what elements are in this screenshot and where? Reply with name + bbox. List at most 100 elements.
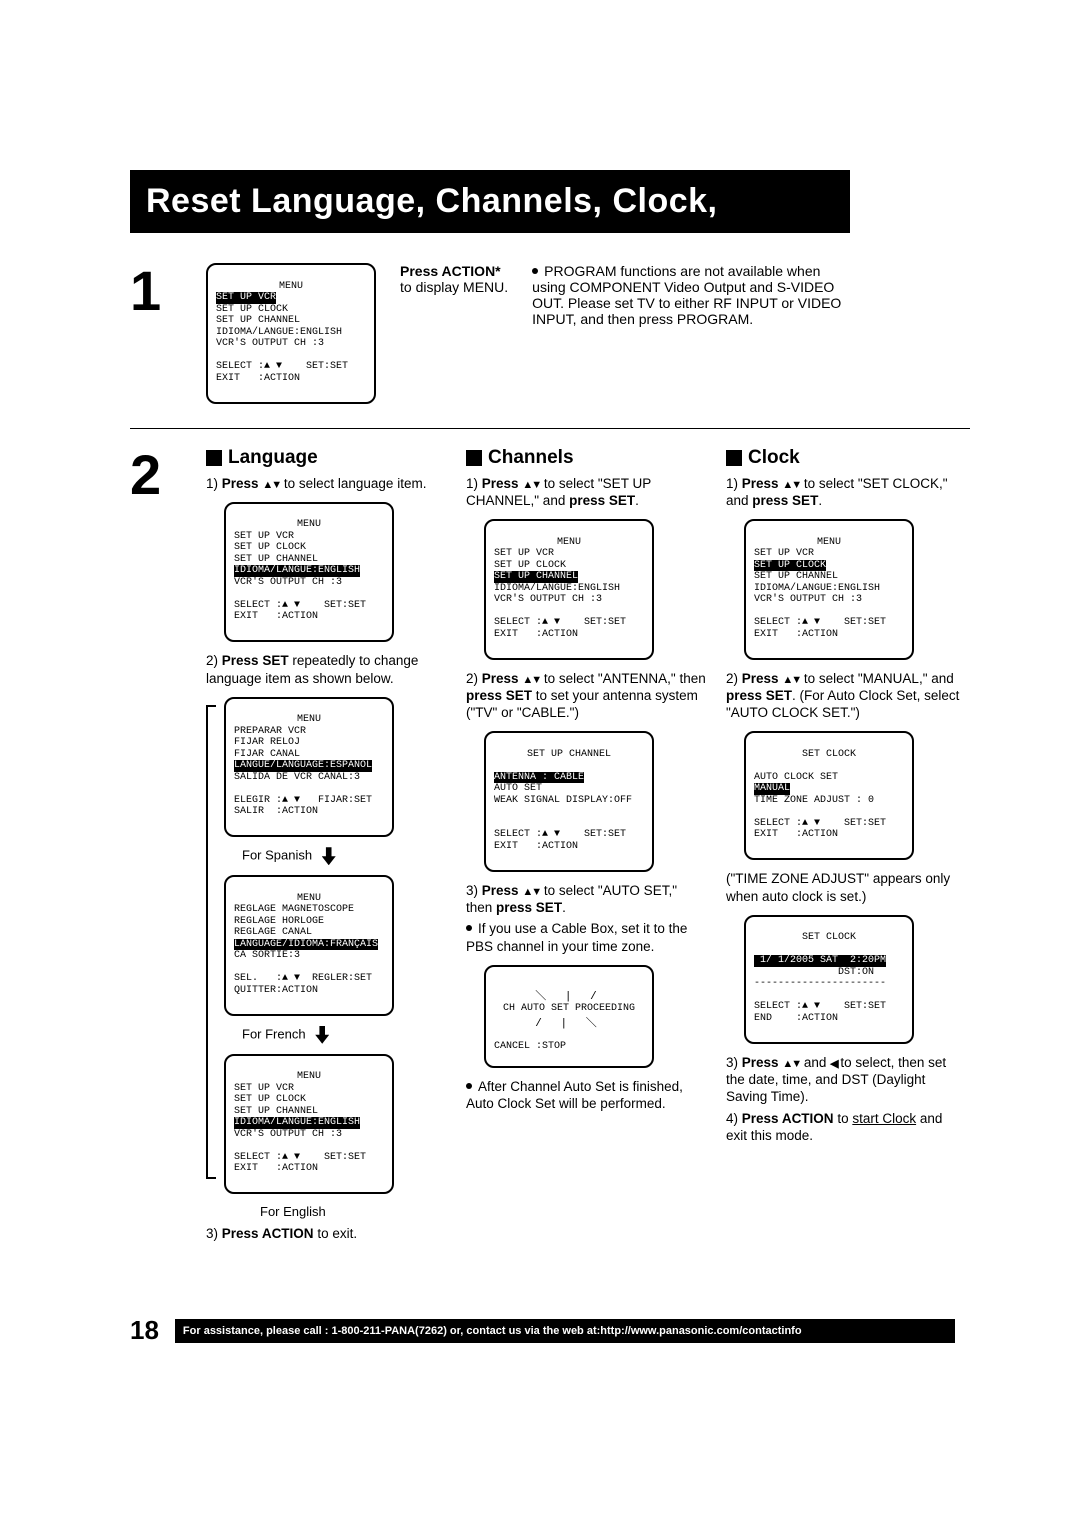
scr-l: VCR'S OUTPUT CH :3 bbox=[754, 594, 862, 605]
ch-s3e: . bbox=[562, 900, 566, 915]
ck-s2b: Press bbox=[742, 671, 783, 686]
scr-l: WEAK SIGNAL DISPLAY:OFF bbox=[494, 795, 632, 806]
scr-title: SET CLOCK bbox=[802, 932, 856, 943]
screen-ch-auto: ＼ | / CH AUTO SET PROCEEDING / | ＼ CANCE… bbox=[484, 965, 654, 1068]
scr-l: VCR'S OUTPUT CH :3 bbox=[234, 1129, 342, 1140]
clock-heading: Clock bbox=[748, 447, 800, 469]
screen-lang-spanish: MENUPREPARAR VCR FIJAR RELOJ FIJAR CANAL… bbox=[224, 697, 394, 838]
scr-f: SELECT :▲ ▼ SET:SET bbox=[494, 829, 626, 840]
page-title: Reset Language, Channels, Clock, bbox=[130, 170, 850, 233]
screen-ch-menu: MENUSET UP VCR SET UP CLOCK SET UP CHANN… bbox=[484, 519, 654, 660]
scr-f: SELECT :▲ ▼ SET:SET bbox=[234, 1152, 366, 1163]
ck-s3b: Press bbox=[742, 1055, 783, 1070]
ck-s1b: Press bbox=[742, 476, 783, 491]
scr-hl: SET UP CHANNEL bbox=[494, 571, 578, 583]
scr-l5: VCR'S OUTPUT CH :3 bbox=[216, 338, 324, 349]
scr-f: EXIT :ACTION bbox=[754, 829, 838, 840]
scr-l: AUTO SET bbox=[494, 783, 542, 794]
step1-note: PROGRAM functions are not available when… bbox=[532, 263, 852, 327]
scr-hl: LANGUAGE/IDIOMA:FRANÇAIS bbox=[234, 939, 378, 951]
scr-l: VCR'S OUTPUT CH :3 bbox=[234, 577, 342, 588]
step1-instruction: Press ACTION* to display MENU. bbox=[400, 263, 508, 295]
page-number: 18 bbox=[130, 1315, 159, 1346]
scr-title: MENU bbox=[297, 519, 321, 530]
ck-s2a: 2) bbox=[726, 671, 738, 686]
step-1: 1 MENUSET UP VCR SET UP CLOCK SET UP CHA… bbox=[130, 263, 970, 404]
footer-bar: For assistance, please call : 1-800-211-… bbox=[175, 1319, 955, 1343]
up-down-icon: ▲▼ bbox=[782, 479, 800, 491]
scr-f: SEL. :▲ ▼ REGLER:SET bbox=[234, 973, 372, 984]
scr-l: SET UP CLOCK bbox=[234, 542, 306, 553]
scr-f: QUITTER:ACTION bbox=[234, 985, 318, 996]
scr-title: SET UP CHANNEL bbox=[527, 749, 611, 760]
scr-l: REGLAGE MAGNETOSCOPE bbox=[234, 904, 354, 915]
screen-ch-setup: SET UP CHANNEL ANTENNA : CABLE AUTO SET … bbox=[484, 731, 654, 872]
cap-spanish: For Spanish bbox=[242, 848, 312, 863]
lang-s3a: 3) bbox=[206, 1226, 218, 1241]
ck-s3a: 3) bbox=[726, 1055, 738, 1070]
tza-note: ("TIME ZONE ADJUST" appears only when au… bbox=[726, 870, 966, 905]
language-column: Language 1) Press ▲▼ to select language … bbox=[206, 447, 446, 1247]
cap-english: For English bbox=[260, 1204, 446, 1219]
scr-l: VCR'S OUTPUT CH :3 bbox=[494, 594, 602, 605]
ch-s3b: Press bbox=[482, 883, 523, 898]
divider bbox=[130, 428, 970, 429]
step1-bold: Press ACTION* bbox=[400, 263, 501, 279]
scr-l: SET UP VCR bbox=[234, 1083, 294, 1094]
square-icon bbox=[206, 450, 222, 466]
scr-f: SELECT :▲ ▼ SET:SET bbox=[234, 600, 366, 611]
lang-bl bbox=[206, 1177, 216, 1179]
scr-title: MENU bbox=[279, 281, 303, 292]
scr-hl: 1/ 1/2005 SAT 2:20PM bbox=[754, 955, 886, 967]
scr-l: TIME ZONE ADJUST : 0 bbox=[754, 795, 874, 806]
bullet-icon bbox=[532, 268, 538, 274]
scr-l: SET UP CHANNEL bbox=[234, 554, 318, 565]
square-icon bbox=[466, 450, 482, 466]
scr-l: SET UP CLOCK bbox=[234, 1094, 306, 1105]
scr-l4: IDIOMA/LANGUE:ENGLISH bbox=[216, 327, 342, 338]
scr-l: AUTO CLOCK SET bbox=[754, 772, 838, 783]
scr-l: SET UP CHANNEL bbox=[234, 1106, 318, 1117]
ck-s4d: start Clock bbox=[852, 1111, 916, 1126]
screen-clock-menu: MENUSET UP VCR SET UP CLOCK SET UP CHANN… bbox=[744, 519, 914, 660]
ck-s3c: and bbox=[800, 1055, 830, 1070]
screen-clock-date: SET CLOCK 1/ 1/2005 SAT 2:20PM DST:ON --… bbox=[744, 915, 914, 1044]
ck-s2d: press SET bbox=[726, 688, 792, 703]
scr-l: CANCEL :STOP bbox=[494, 1041, 566, 1052]
scr-l: REGLAGE CANAL bbox=[234, 927, 312, 938]
scr-hl: LANGUE/LANGUAGE:ESPAÑOL bbox=[234, 760, 372, 772]
step-number-1: 1 bbox=[130, 263, 186, 319]
scr-f2: EXIT :ACTION bbox=[216, 373, 300, 384]
step1-rest: to display MENU. bbox=[400, 279, 508, 295]
up-down-icon: ▲▼ bbox=[522, 886, 540, 898]
scr-title: SET CLOCK bbox=[802, 749, 856, 760]
scan-dashes-icon: / | ＼ bbox=[494, 1014, 644, 1030]
scr-f: EXIT :ACTION bbox=[234, 611, 318, 622]
scan-dashes-icon: ＼ | / bbox=[494, 987, 644, 1003]
ch-s3d: press SET bbox=[496, 900, 562, 915]
scr-l3: SET UP CHANNEL bbox=[216, 315, 300, 326]
screen-menu-step1: MENUSET UP VCR SET UP CLOCK SET UP CHANN… bbox=[206, 263, 376, 404]
ch-s2a: 2) bbox=[466, 671, 478, 686]
scr-l: FIJAR RELOJ bbox=[234, 737, 300, 748]
cap-french: For French bbox=[242, 1026, 306, 1041]
scr-l: PREPARAR VCR bbox=[234, 726, 306, 737]
ck-s1d: press SET bbox=[752, 493, 818, 508]
lang-s2b: Press SET bbox=[222, 653, 289, 668]
square-icon bbox=[726, 450, 742, 466]
scr-hl: IDIOMA/LANGUE:ENGLISH bbox=[234, 1117, 360, 1129]
up-down-icon: ▲▼ bbox=[262, 479, 280, 491]
scr-f: EXIT :ACTION bbox=[494, 629, 578, 640]
lang-s1c: to select language item. bbox=[280, 476, 426, 491]
scr-l: SET UP VCR bbox=[234, 531, 294, 542]
scr-l: REGLAGE HORLOGE bbox=[234, 916, 324, 927]
scr-l: IDIOMA/LANGUE:ENGLISH bbox=[494, 583, 620, 594]
ch-s2c: to select "ANTENNA," then bbox=[540, 671, 706, 686]
clock-column: Clock 1) Press ▲▼ to select "SET CLOCK,"… bbox=[726, 447, 966, 1149]
scr-f: ELEGIR :▲ ▼ FIJAR:SET bbox=[234, 795, 372, 806]
scr-f: EXIT :ACTION bbox=[754, 629, 838, 640]
scr-f: EXIT :ACTION bbox=[494, 841, 578, 852]
scr-title: MENU bbox=[297, 893, 321, 904]
lang-s2a: 2) bbox=[206, 653, 218, 668]
scr-l: FIJAR CANAL bbox=[234, 749, 300, 760]
